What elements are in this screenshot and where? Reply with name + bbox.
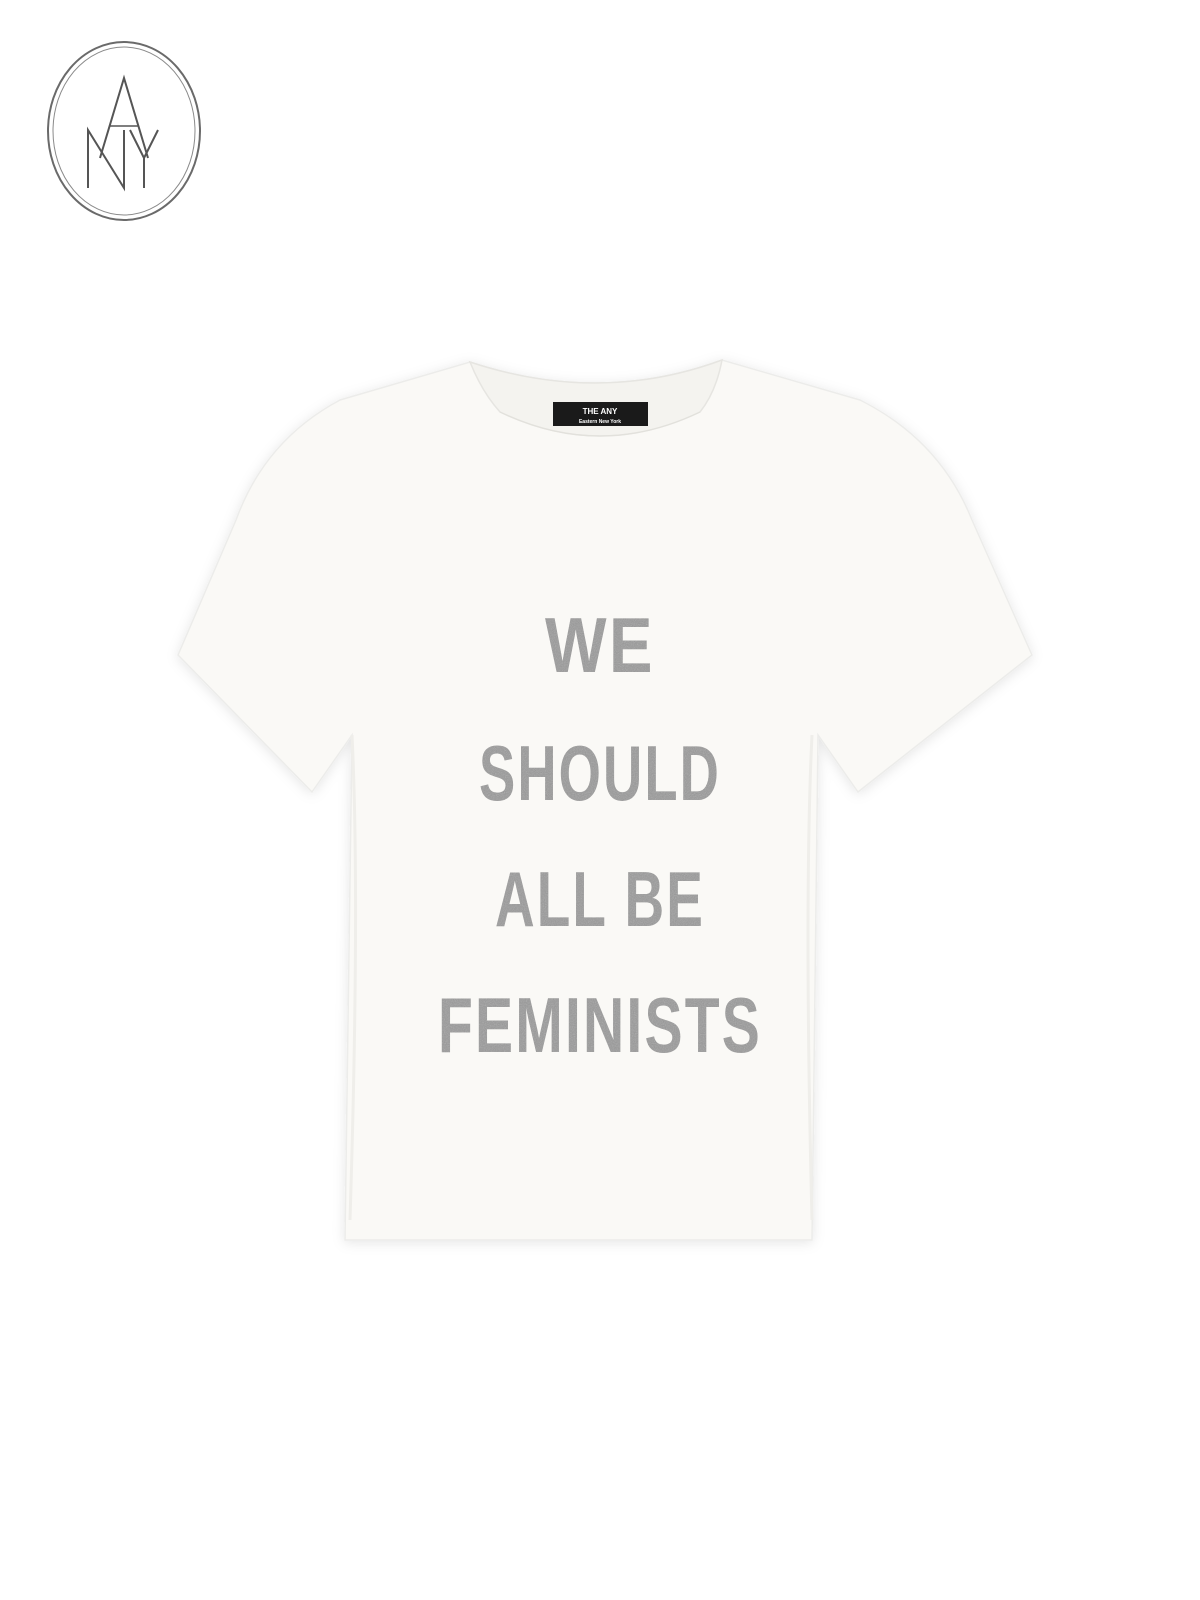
neck-label-line2: Eastern New York <box>579 419 621 425</box>
slogan-line-3: ALL BE <box>495 855 705 943</box>
slogan-line-2: SHOULD <box>479 729 721 817</box>
slogan-line-1: WE <box>545 601 655 689</box>
neck-label-line1: THE ANY <box>583 407 618 416</box>
product-image-page: THE ANY Eastern New York WE SHOULD ALL B… <box>0 0 1200 1600</box>
slogan-line-4: FEMINISTS <box>438 981 762 1069</box>
t-shirt-image: THE ANY Eastern New York WE SHOULD ALL B… <box>177 358 1033 1241</box>
